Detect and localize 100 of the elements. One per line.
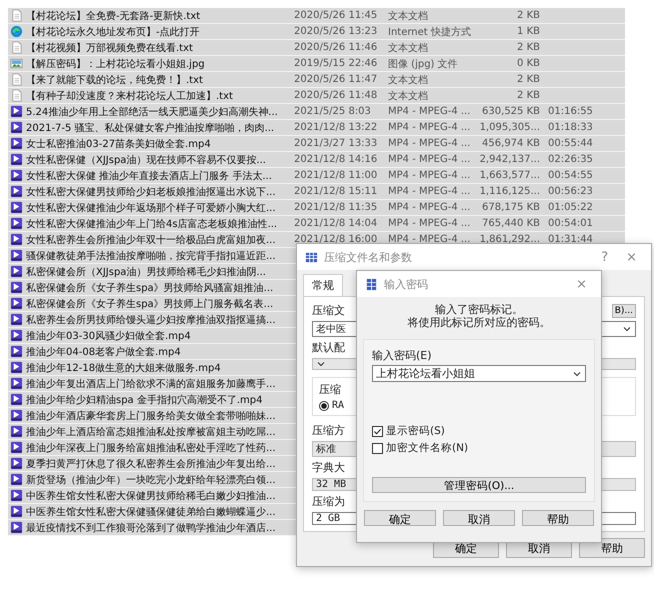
file-size: 1,095,305... — [478, 122, 540, 133]
checkbox[interactable] — [372, 442, 383, 454]
video-duration: 01:18:33 — [548, 122, 593, 133]
file-name[interactable]: 私密保健会所《女子养生spa》男技师给风骚富姐推油... — [26, 280, 274, 294]
file-name[interactable]: 5.24推油少年用上全部绝活一线天肥逼美少妇高潮失神... — [26, 104, 278, 118]
video-duration: 00:56:23 — [548, 186, 593, 197]
modified-date: 2021/12/8 14:16 — [294, 154, 378, 165]
file-size: 1,861,292... — [478, 234, 540, 245]
dialog-button[interactable]: 取消 — [443, 510, 515, 526]
file-name[interactable]: 私密养生会所男技师给馒头逼少妇按摩推油双指抠逼搞... — [26, 312, 276, 326]
video-duration: 00:54:01 — [548, 218, 593, 229]
file-type: 图像 (jpg) 文件 — [388, 58, 459, 70]
modified-date: 2021/12/8 13:22 — [294, 122, 378, 133]
file-type: MP4 - MPEG-4 ... — [388, 218, 472, 229]
archive-app-icon — [305, 250, 318, 264]
video-duration: 02:26:35 — [548, 154, 593, 165]
modified-date: 2021/5/25 8:03 — [294, 106, 372, 117]
file-type: MP4 - MPEG-4 ... — [388, 106, 472, 117]
file-name[interactable]: 【来了就能下载的论坛，纯免费！】.txt — [26, 72, 203, 86]
field-label: 压缩为 — [312, 494, 345, 509]
field-label: 默认配 — [312, 340, 345, 355]
modified-date: 2021/12/8 16:00 — [294, 234, 378, 245]
file-name[interactable]: 女士私密推油03-27苗条美妇做全套.mp4 — [26, 136, 211, 150]
file-name[interactable]: 【村花论坛】全免费-无套路-更新快.txt — [26, 8, 200, 22]
checkbox[interactable] — [372, 426, 383, 436]
chevron-down-icon — [316, 359, 326, 369]
dialog-button[interactable]: 帮助 — [579, 538, 645, 558]
checkbox-label: 加密文件名称(N) — [386, 441, 468, 455]
modified-date: 2021/12/8 11:35 — [294, 202, 378, 213]
file-name[interactable]: 推油少年深夜上门服务给富姐推油私密处手淫吃了性药... — [26, 440, 276, 454]
file-type: 文本文档 — [388, 10, 429, 22]
video-duration: 00:55:44 — [548, 138, 593, 149]
file-type: MP4 - MPEG-4 ... — [388, 234, 472, 245]
browser-icon — [10, 25, 23, 38]
file-size: 2 KB — [516, 42, 540, 53]
file-size: 630,525 KB — [481, 106, 540, 117]
file-type: 文本文档 — [388, 90, 429, 102]
file-type: MP4 - MPEG-4 ... — [388, 122, 472, 133]
chevron-down-icon — [622, 324, 632, 334]
file-name[interactable]: 2021-7-5 骚宝、私处保健女客户推油按摩啪啪，肉肉... — [26, 120, 274, 134]
dialog-button[interactable]: 帮助 — [522, 510, 594, 526]
file-size: 2 KB — [516, 90, 540, 101]
checkbox-label: 显示密码(S) — [386, 424, 445, 438]
file-name[interactable]: 【村花论坛永久地址发布页】-点此打开 — [26, 24, 200, 38]
field-label: 压缩方 — [312, 423, 345, 438]
file-name[interactable]: 【有种子却没速度？来村花论坛人工加速】.txt — [26, 88, 233, 102]
password-field[interactable]: 上村花论坛看小姐姐 — [372, 365, 586, 382]
file-size: 1,663,577... — [478, 170, 540, 181]
file-name[interactable]: 女性私密大保健男技师给少妇老板娘推油抠逼出水说下... — [26, 184, 276, 198]
video-duration: 01:31:44 — [548, 234, 593, 245]
modified-date: 2021/3/27 13:33 — [294, 138, 378, 149]
file-size: 1 KB — [516, 26, 540, 37]
message-text: 将使用此标记所对应的密码。 — [408, 316, 550, 329]
modified-date: 2020/5/26 11:45 — [294, 10, 378, 21]
file-type: MP4 - MPEG-4 ... — [388, 202, 472, 213]
field-label: 字典大 — [312, 460, 345, 475]
file-name[interactable]: 推油少年上酒店给富态姐推油私处按摩被富姐主动吃屌... — [26, 424, 276, 438]
file-name[interactable]: 女性私密大保健 推油少年直接去酒店上门服务 手法太... — [26, 168, 272, 182]
close-button[interactable]: × — [570, 276, 593, 292]
file-name[interactable]: 女性私密大保健推油少年返场那个样子可爱娇小胸大红... — [26, 200, 276, 214]
help-button[interactable]: ? — [595, 250, 614, 264]
dialog-button[interactable]: 确定 — [364, 510, 436, 526]
file-size: 0 KB — [516, 58, 540, 69]
file-size: 678,175 KB — [481, 202, 540, 213]
group-label: 压缩 — [319, 382, 342, 397]
file-name[interactable]: 【村花视频】万部视频免费在线看.txt — [26, 40, 193, 54]
file-type: Internet 快捷方式 — [388, 26, 472, 38]
radio-label: RA — [332, 400, 344, 411]
file-size: 2 KB — [516, 10, 540, 21]
dialog-title: 压缩文件名和参数 — [324, 250, 413, 264]
file-name[interactable]: 推油少年给少妇精油spa 金手指扣穴高潮受不了.mp4 — [26, 392, 262, 406]
file-name[interactable]: 女性私密养生会所推油少年双十一给极品白虎富姐加夜... — [26, 232, 276, 246]
file-type: 文本文档 — [388, 74, 429, 86]
modified-date: 2020/5/26 13:23 — [294, 26, 378, 37]
file-type: MP4 - MPEG-4 ... — [388, 170, 472, 181]
message-text: 输入了密码标记。 — [435, 303, 523, 316]
modified-date: 2021/12/8 15:11 — [294, 186, 378, 197]
modified-date: 2020/5/26 11:47 — [294, 74, 378, 85]
file-name[interactable]: 女性私密大保健推油少年上门给4s店富态老板娘推油性... — [26, 216, 278, 230]
file-type: MP4 - MPEG-4 ... — [388, 186, 472, 197]
browse-button[interactable]: B)... — [612, 304, 636, 318]
tab[interactable]: 常规 — [303, 274, 343, 296]
manage-passwords-button[interactable]: 管理密码(O)... — [372, 477, 586, 493]
file-size: 1,116,125... — [478, 186, 540, 197]
file-name[interactable]: 新货登场（推油少年）一块吃完小龙虾给年轻漂亮白领... — [26, 472, 276, 486]
file-size: 456,974 KB — [481, 138, 540, 149]
file-name[interactable]: 【解压密码】：上村花论坛看小姐姐.jpg — [26, 56, 205, 70]
video-duration: 01:16:55 — [548, 106, 593, 117]
radio-button[interactable] — [319, 400, 329, 410]
file-type: MP4 - MPEG-4 ... — [388, 138, 472, 149]
dialog-title: 输入密码 — [384, 276, 429, 292]
file-type: 文本文档 — [388, 42, 429, 54]
modified-date: 2019/5/15 22:46 — [294, 58, 378, 69]
file-size: 2 KB — [516, 74, 540, 85]
archive-app-icon — [365, 278, 378, 290]
file-name[interactable]: 骚保健教徒弟手法推油按摩啪啪，按完背手指扣逼近距... — [26, 248, 276, 262]
file-name[interactable]: 女性私密保健（XJJspa油）现在技师不容易不仅要按... — [26, 152, 266, 166]
close-button[interactable]: × — [620, 250, 643, 264]
file-type: MP4 - MPEG-4 ... — [388, 154, 472, 165]
video-duration: 00:54:55 — [548, 170, 593, 181]
